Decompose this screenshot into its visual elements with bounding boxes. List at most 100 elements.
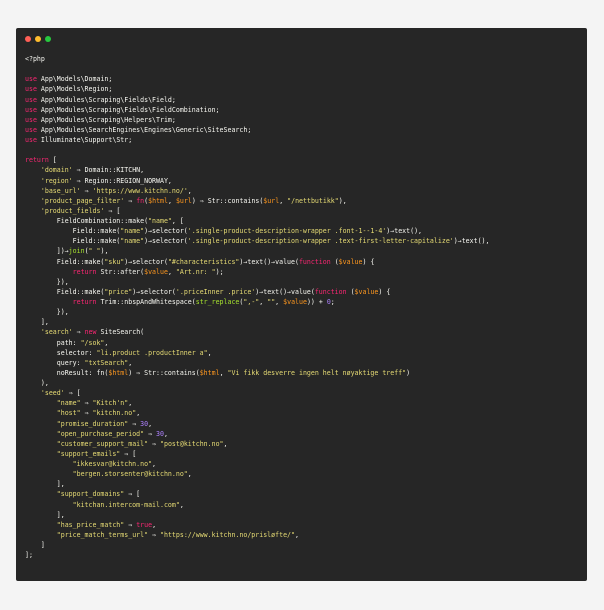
- code-token: 'product_page_filter': [40, 196, 125, 205]
- code-token: }),: [25, 308, 69, 317]
- code-token: "Art.nr: ": [175, 267, 216, 276]
- code-token: FieldCombination::make(: [25, 217, 149, 225]
- code-token: ,: [128, 399, 133, 408]
- code-line: 'base_url' ⇒ 'https://www.kitchn.no/',: [25, 186, 583, 196]
- code-token: noResult: fn(: [25, 368, 109, 377]
- code-line: "customer_support_mail" ⇒ "post@kitchn.n…: [25, 439, 583, 449]
- code-token: )→text()→value(: [255, 287, 315, 296]
- code-token: $value: [338, 257, 363, 266]
- code-token: use: [25, 105, 37, 114]
- code-token: , [: [171, 217, 184, 225]
- code-token: "price": [104, 287, 133, 296]
- minimize-dot-icon[interactable]: [35, 36, 41, 42]
- code-token: "name": [56, 399, 81, 408]
- code-token: 'https://www.kitchn.no/': [92, 186, 188, 195]
- code-token: ,: [294, 530, 299, 539]
- code-line: ],: [25, 479, 583, 489]
- code-line: Field::make("name")→selector('.single-pr…: [25, 226, 583, 236]
- code-token: selector:: [25, 348, 97, 357]
- code-token: )→selector(: [144, 237, 188, 246]
- close-dot-icon[interactable]: [25, 36, 31, 42]
- code-token: ]: [25, 541, 45, 549]
- code-token: ;: [330, 298, 335, 306]
- code-token: 'region': [40, 176, 73, 185]
- code-line: 'product_fields' ⇒ [: [25, 206, 583, 216]
- code-token: ,: [152, 460, 157, 468]
- code-token: (: [346, 287, 355, 296]
- code-block: <?php use App\Models\Domain; use App\Mode…: [25, 54, 583, 560]
- code-line: ]: [25, 540, 583, 550]
- code-line: "promise_duration" ⇒ 30,: [25, 419, 583, 429]
- code-token: );: [215, 267, 224, 276]
- code-token: <?php: [25, 55, 45, 63]
- code-token: use: [25, 75, 37, 84]
- code-token: ,: [187, 186, 192, 195]
- code-token: ,: [136, 409, 141, 418]
- code-line: use App\Models\Domain;: [25, 74, 583, 84]
- code-line: "support_domains" ⇒ [: [25, 489, 583, 499]
- code-line: use App\Modules\Scraping\Fields\Field;: [25, 95, 583, 105]
- code-line: "bergen.storsenter@kitchn.no",: [25, 469, 583, 479]
- code-line: <?php: [25, 54, 583, 64]
- code-token: use: [25, 85, 37, 94]
- code-token: $html: [148, 196, 168, 205]
- code-line: 'seed' ⇒ [: [25, 388, 583, 398]
- code-token: ],: [25, 480, 65, 489]
- code-token: ⇒ Region::REGION_NORWAY,: [72, 176, 172, 185]
- code-line: query: "txtSearch",: [25, 358, 583, 368]
- code-line: return Trim::nbspAndWhitespace(str_repla…: [25, 297, 583, 307]
- code-token: ,: [187, 470, 192, 479]
- code-line: "ikkesvar@kitchn.no",: [25, 459, 583, 469]
- code-token: )) +: [306, 298, 327, 306]
- code-token: )→text(),: [453, 237, 490, 246]
- code-line: }),: [25, 277, 583, 287]
- code-token: "txtSearch": [84, 358, 129, 367]
- code-line: use App\Models\Region;: [25, 84, 583, 94]
- code-token: ,: [223, 439, 228, 448]
- code-token: ],: [25, 318, 49, 327]
- code-token: ,: [279, 196, 288, 205]
- code-token: "promise_duration": [56, 419, 129, 428]
- code-token: App\Models\Domain;: [36, 75, 113, 84]
- code-token: "Vi fikk desverre ingen helt nøyaktige t…: [227, 368, 407, 377]
- code-token: )→selector(: [124, 257, 168, 266]
- code-token: 'product_fields': [40, 206, 105, 215]
- code-token: ⇒: [124, 196, 137, 205]
- code-token: "Kitch'n": [92, 399, 129, 408]
- code-token: ⇒ [: [104, 206, 121, 215]
- code-line: use App\Modules\SearchEngines\Engines\Ge…: [25, 125, 583, 135]
- code-token: "post@kitchn.no": [160, 439, 224, 448]
- code-token: "kitchan.intercom-mail.com": [72, 500, 180, 509]
- code-token: use: [25, 125, 37, 134]
- code-token: function: [314, 287, 347, 296]
- code-token: return: [72, 267, 97, 276]
- code-token: App\Modules\SearchEngines\Engines\Generi…: [36, 125, 252, 134]
- code-token: 'seed': [40, 389, 65, 398]
- code-token: "name": [120, 227, 145, 236]
- code-token: ⇒ [: [64, 389, 81, 398]
- code-line: selector: "li.product .productInner a",: [25, 348, 583, 358]
- code-line: Field::make("price")→selector('.priceInn…: [25, 287, 583, 297]
- code-token: ,: [179, 500, 184, 509]
- code-token: str_replace: [195, 298, 240, 306]
- code-line: }),: [25, 307, 583, 317]
- code-token: ⇒: [80, 186, 93, 195]
- code-token: ,: [167, 196, 176, 205]
- code-token: ])→: [25, 247, 69, 256]
- code-token: Field::make(: [25, 287, 105, 296]
- maximize-dot-icon[interactable]: [45, 36, 51, 42]
- code-token: ),: [25, 379, 49, 387]
- code-token: Field::make(: [25, 257, 105, 266]
- code-token: Illuminate\Support\Str;: [36, 136, 133, 144]
- code-line: noResult: fn($html) ⇒ Str::contains($htm…: [25, 368, 583, 378]
- code-token: ⇒: [80, 399, 93, 408]
- code-token: $url: [175, 196, 192, 205]
- code-token: ],: [25, 510, 65, 519]
